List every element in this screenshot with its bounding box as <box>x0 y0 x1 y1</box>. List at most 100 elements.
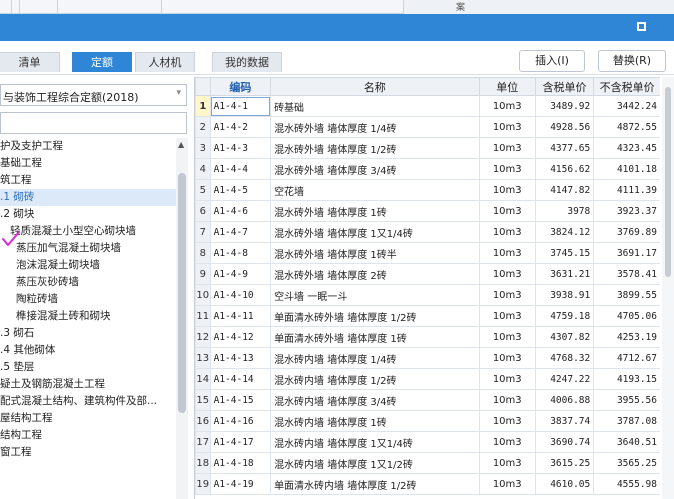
row-number[interactable]: 13 <box>195 347 211 369</box>
cell-unit[interactable]: 10m3 <box>478 158 536 180</box>
cell-price-notax[interactable]: 4705.06 <box>593 305 660 327</box>
cell-price-tax[interactable]: 3631.21 <box>534 263 595 285</box>
cell-code[interactable]: A1-4-7 <box>209 221 272 243</box>
cell-price-tax[interactable]: 4928.56 <box>534 116 595 138</box>
cell-unit[interactable]: 10m3 <box>478 137 536 159</box>
cell-price-tax[interactable]: 3837.74 <box>534 410 595 432</box>
cell-name[interactable]: 砖基础 <box>270 95 480 117</box>
cell-unit[interactable]: 10m3 <box>478 410 536 432</box>
cell-price-notax[interactable]: 3923.37 <box>593 200 660 222</box>
maximize-icon[interactable] <box>637 22 646 31</box>
cell-price-notax[interactable]: 3578.41 <box>593 263 660 285</box>
cell-price-tax[interactable]: 3824.12 <box>534 221 595 243</box>
table-row[interactable]: 4 A1-4-4 混水砖外墙 墙体厚度 3/4砖 10m3 4156.62 4101.18 <box>195 158 660 180</box>
cell-code[interactable]: A1-4-12 <box>209 326 272 348</box>
cell-name[interactable]: 混水砖外墙 墙体厚度 1砖 <box>270 200 480 222</box>
table-row[interactable]: 6 A1-4-6 混水砖外墙 墙体厚度 1砖 10m3 3978 3923.37 <box>195 200 660 222</box>
cell-price-notax[interactable]: 4872.55 <box>593 116 660 138</box>
cell-price-tax[interactable]: 3615.25 <box>534 452 595 474</box>
cell-price-tax[interactable]: 3745.15 <box>534 242 595 264</box>
cell-price-tax[interactable]: 4307.82 <box>534 326 595 348</box>
cell-price-tax[interactable]: 4156.62 <box>534 158 595 180</box>
cell-unit[interactable]: 10m3 <box>478 95 536 117</box>
cell-name[interactable]: 单面清水砖外墙 墙体厚度 1/2砖 <box>270 305 480 327</box>
insert-button[interactable]: 插入(I) <box>519 50 585 72</box>
tree-item[interactable]: .4 其他砌体 <box>0 342 55 359</box>
cell-price-notax[interactable]: 3955.56 <box>593 389 660 411</box>
cell-price-tax[interactable]: 3978 <box>534 200 595 222</box>
left-scrollbar[interactable]: ▲ <box>176 138 188 499</box>
cell-price-notax[interactable]: 4323.45 <box>593 137 660 159</box>
tab-norm[interactable]: 定额 <box>72 52 132 72</box>
header-unit[interactable]: 单位 <box>478 77 536 96</box>
cell-price-notax[interactable]: 3691.17 <box>593 242 660 264</box>
cell-price-notax[interactable]: 4555.98 <box>593 473 660 495</box>
cell-name[interactable]: 混水砖外墙 墙体厚度 1又1/4砖 <box>270 221 480 243</box>
table-row[interactable]: 8 A1-4-8 混水砖外墙 墙体厚度 1砖半 10m3 3745.15 3691.17 <box>195 242 660 264</box>
cell-price-tax[interactable]: 4006.88 <box>534 389 595 411</box>
cell-code[interactable]: A1-4-13 <box>209 347 272 369</box>
cell-code[interactable]: A1-4-18 <box>209 452 272 474</box>
table-scrollbar[interactable] <box>662 77 674 499</box>
table-row[interactable]: 15 A1-4-15 混水砖内墙 墙体厚度 3/4砖 10m3 4006.88 3955.… <box>195 389 660 411</box>
table-row[interactable]: 7 A1-4-7 混水砖外墙 墙体厚度 1又1/4砖 10m3 3824.12 3769.… <box>195 221 660 243</box>
cell-name[interactable]: 混水砖内墙 墙体厚度 1又1/4砖 <box>270 431 480 453</box>
cell-unit[interactable]: 10m3 <box>478 116 536 138</box>
cell-name[interactable]: 混水砖外墙 墙体厚度 3/4砖 <box>270 158 480 180</box>
row-number[interactable]: 16 <box>195 410 211 432</box>
cell-name[interactable]: 混水砖内墙 墙体厚度 1又1/2砖 <box>270 452 480 474</box>
cell-price-notax[interactable]: 3442.24 <box>593 95 660 117</box>
search-input[interactable] <box>0 112 187 134</box>
tree-item[interactable]: 蒸压灰砂砖墙 <box>16 274 79 291</box>
cell-price-notax[interactable]: 4193.15 <box>593 368 660 390</box>
cell-price-tax[interactable]: 4610.05 <box>534 473 595 495</box>
row-number[interactable]: 2 <box>195 116 211 138</box>
cell-unit[interactable]: 10m3 <box>478 431 536 453</box>
table-row[interactable]: 16 A1-4-16 混水砖内墙 墙体厚度 1砖 10m3 3837.74 3787.08 <box>195 410 660 432</box>
cell-unit[interactable]: 10m3 <box>478 389 536 411</box>
row-number[interactable]: 10 <box>195 284 211 306</box>
table-row[interactable]: 12 A1-4-12 单面清水砖外墙 墙体厚度 1砖 10m3 4307.82 4253.… <box>195 326 660 348</box>
row-number[interactable]: 14 <box>195 368 211 390</box>
cell-price-tax[interactable]: 3938.91 <box>534 284 595 306</box>
cell-price-notax[interactable]: 3787.08 <box>593 410 660 432</box>
row-number[interactable]: 17 <box>195 431 211 453</box>
cell-code[interactable]: A1-4-5 <box>209 179 272 201</box>
table-row[interactable]: 5 A1-4-5 空花墙 10m3 4147.82 4111.39 <box>195 179 660 201</box>
cell-unit[interactable]: 10m3 <box>478 473 536 495</box>
header-price-notax[interactable]: 不含税单价 <box>593 77 660 96</box>
row-number[interactable]: 9 <box>195 263 211 285</box>
cell-price-notax[interactable]: 3565.25 <box>593 452 660 474</box>
row-number[interactable]: 6 <box>195 200 211 222</box>
table-row[interactable]: 3 A1-4-3 混水砖外墙 墙体厚度 1/2砖 10m3 4377.65 4323.45 <box>195 137 660 159</box>
cell-code[interactable]: A1-4-1 <box>209 95 272 117</box>
tab-bill[interactable]: 清单 <box>0 52 60 72</box>
tree-item[interactable]: 屋结构工程 <box>0 410 53 427</box>
table-row[interactable]: 14 A1-4-14 混水砖内墙 墙体厚度 1/2砖 10m3 4247.22 4193.… <box>195 368 660 390</box>
cell-code[interactable]: A1-4-6 <box>209 200 272 222</box>
row-number[interactable]: 5 <box>195 179 211 201</box>
cell-unit[interactable]: 10m3 <box>478 242 536 264</box>
tree-item[interactable]: 蒸压加气混凝土砌块墙 <box>16 240 121 257</box>
tree-item[interactable]: .5 垫层 <box>0 359 34 376</box>
tree-item[interactable]: 榫接混凝土砖和砌块 <box>16 308 111 325</box>
cell-unit[interactable]: 10m3 <box>478 347 536 369</box>
cell-price-tax[interactable]: 3690.74 <box>534 431 595 453</box>
cell-code[interactable]: A1-4-2 <box>209 116 272 138</box>
tree-item[interactable]: 配式混凝土结构、建筑构件及部... <box>0 393 157 410</box>
table-row[interactable]: 13 A1-4-13 混水砖内墙 墙体厚度 1/4砖 10m3 4768.32 4712.… <box>195 347 660 369</box>
cell-price-notax[interactable]: 3899.55 <box>593 284 660 306</box>
cell-unit[interactable]: 10m3 <box>478 179 536 201</box>
scroll-up-icon[interactable]: ▲ <box>178 140 184 149</box>
cell-code[interactable]: A1-4-11 <box>209 305 272 327</box>
table-row[interactable]: 18 A1-4-18 混水砖内墙 墙体厚度 1又1/2砖 10m3 3615.25 356… <box>195 452 660 474</box>
header-name[interactable]: 名称 <box>270 77 480 96</box>
cell-unit[interactable]: 10m3 <box>478 452 536 474</box>
cell-name[interactable]: 单面清水砖内墙 墙体厚度 1/2砖 <box>270 473 480 495</box>
tree-item[interactable]: 筑工程 <box>0 172 32 189</box>
row-number[interactable]: 7 <box>195 221 211 243</box>
cell-name[interactable]: 单面清水砖外墙 墙体厚度 1砖 <box>270 326 480 348</box>
cell-price-tax[interactable]: 4768.32 <box>534 347 595 369</box>
cell-name[interactable]: 混水砖内墙 墙体厚度 3/4砖 <box>270 389 480 411</box>
row-number[interactable]: 11 <box>195 305 211 327</box>
